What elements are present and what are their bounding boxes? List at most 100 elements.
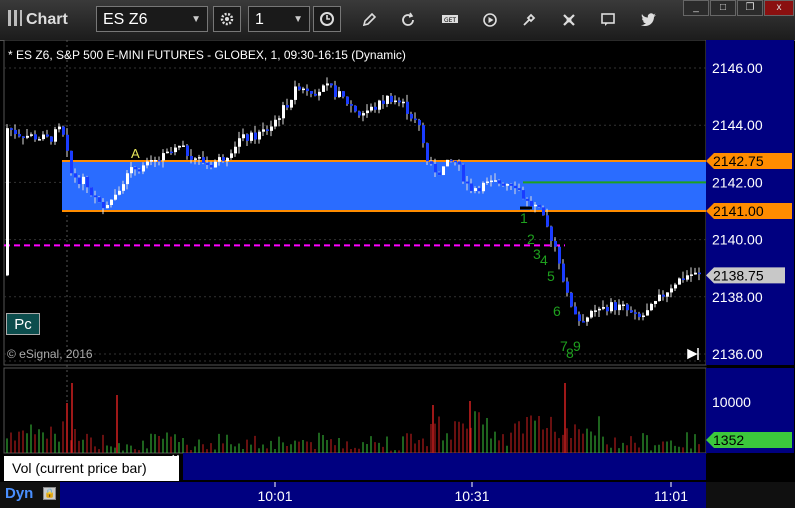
candle-body — [314, 93, 317, 96]
candle-body — [310, 91, 313, 94]
candle-body — [430, 161, 433, 164]
candle-body — [210, 164, 213, 168]
get-data-button[interactable]: GET — [440, 10, 460, 30]
candle-body — [38, 139, 41, 141]
candle-body — [142, 165, 145, 172]
pc-badge[interactable]: Pc — [6, 313, 40, 335]
candle-body — [694, 272, 697, 275]
candle-body — [218, 157, 221, 162]
refresh-button[interactable] — [398, 10, 418, 30]
time-axis-label: 11:01 — [654, 488, 688, 504]
candle-body — [562, 263, 565, 282]
candle-body — [426, 143, 429, 162]
volume-pane[interactable] — [3, 367, 707, 454]
comment-button[interactable] — [598, 10, 618, 30]
candle-body — [618, 304, 621, 311]
candle-body — [594, 310, 597, 312]
candle-body — [330, 83, 333, 86]
replay-button[interactable] — [480, 10, 500, 30]
candle-body — [6, 128, 9, 276]
tools-icon — [563, 14, 575, 26]
price-chart[interactable]: 2146.00 2144.00 2142.00 2140.00 2138.00 2136.… — [0, 40, 795, 508]
candle-body — [342, 91, 345, 97]
restore-button[interactable]: ❐ — [737, 0, 763, 16]
candle-body — [78, 177, 81, 185]
candle-body — [282, 105, 285, 119]
minimize-button[interactable]: _ — [683, 0, 709, 16]
candle-body — [602, 307, 605, 309]
close-button[interactable]: x — [764, 0, 794, 16]
candle-body — [206, 162, 209, 165]
annotation-a: A — [131, 146, 140, 161]
price-axis-label: 2136.00 — [712, 346, 763, 362]
candle-body — [250, 132, 253, 141]
candle-body — [382, 100, 385, 104]
candle-body — [334, 85, 337, 97]
candle-body — [274, 119, 277, 127]
candle-body — [446, 159, 449, 167]
candle-body — [306, 88, 309, 92]
price-zone — [62, 160, 706, 211]
candle-body — [482, 182, 485, 192]
interval-settings-button[interactable] — [313, 6, 341, 32]
candle-body — [146, 161, 149, 166]
candle-body — [254, 132, 257, 140]
lock-icon[interactable]: 🔒 — [43, 487, 56, 500]
svg-text:GET: GET — [444, 17, 456, 24]
twitter-icon — [641, 13, 656, 27]
maximize-button[interactable]: □ — [710, 0, 736, 16]
candle-body — [350, 104, 353, 106]
chevron-down-icon: ▼ — [191, 14, 201, 25]
candle-body — [362, 113, 365, 116]
volume-study-label[interactable]: Vol (current price bar) — [4, 456, 179, 481]
candle-body — [438, 172, 441, 176]
candle-body — [654, 301, 657, 304]
draw-tool-button[interactable] — [359, 10, 379, 30]
candle-body — [406, 101, 409, 114]
candle-body — [574, 306, 577, 315]
candle-body — [546, 215, 549, 227]
candle-body — [698, 272, 701, 275]
candle-body — [242, 134, 245, 139]
window-title: Chart — [8, 10, 68, 29]
candle-body — [130, 167, 133, 174]
candle-body — [470, 183, 473, 191]
tools-button[interactable] — [519, 10, 539, 30]
candle-body — [566, 281, 569, 293]
candle-body — [494, 180, 497, 182]
candle-body — [554, 240, 557, 247]
candle-body — [158, 160, 161, 162]
candle-body — [682, 278, 685, 280]
tools-icon — [523, 13, 536, 26]
candle-body — [458, 161, 461, 165]
twitter-button[interactable] — [639, 10, 659, 30]
candle-body — [286, 105, 289, 108]
symbol-selector[interactable]: ES Z6 ▼ — [96, 6, 208, 32]
price-axis-label: 2144.00 — [712, 117, 763, 133]
clock-icon — [320, 12, 334, 26]
count-label: 4 — [540, 252, 548, 268]
candle-body — [170, 151, 173, 154]
candle-body — [322, 85, 325, 92]
candle-body — [70, 150, 73, 174]
candle-body — [570, 292, 573, 307]
copyright: © eSignal, 2016 — [7, 347, 93, 361]
candle-body — [462, 164, 465, 182]
chart-description: * ES Z6, S&P 500 E-MINI FUTURES - GLOBEX… — [8, 48, 406, 62]
volume-study-bar — [183, 453, 706, 480]
interval-selector[interactable]: 1 ▼ — [248, 6, 310, 32]
candle-body — [434, 163, 437, 173]
candle-body — [154, 160, 157, 162]
count-label: 1 — [520, 210, 528, 226]
candle-body — [354, 105, 357, 112]
close-study-icon[interactable]: ✕ — [171, 452, 180, 465]
candle-body — [26, 135, 29, 138]
candle-body — [590, 310, 593, 318]
alert-tools-button[interactable] — [559, 10, 579, 30]
candle-body — [686, 275, 689, 280]
time-axis-label: 10:31 — [454, 488, 489, 504]
dynamic-mode-label[interactable]: Dyn — [5, 485, 33, 502]
symbol-settings-button[interactable] — [213, 6, 241, 32]
candle-body — [326, 83, 329, 86]
candle-body — [478, 188, 481, 192]
